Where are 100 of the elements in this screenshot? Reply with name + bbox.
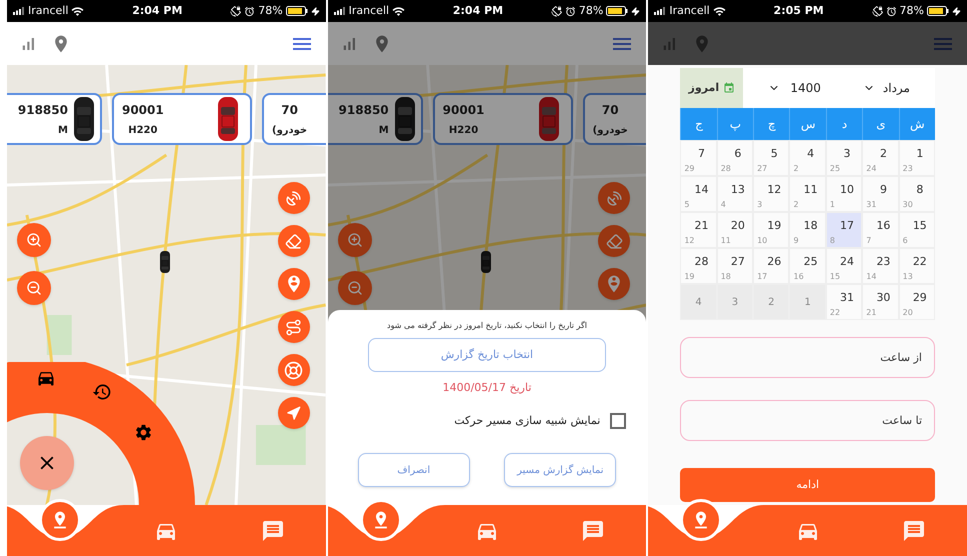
charging-icon (631, 6, 640, 16)
calendar-day[interactable]: 1 23 (898, 140, 935, 176)
settings-icon[interactable] (134, 423, 153, 442)
calendar-day[interactable]: 14 5 (680, 176, 717, 212)
calendar-day[interactable]: 17 8 (826, 212, 862, 248)
vehicle-model: (خودرو (272, 124, 308, 138)
vehicle-model: H220 (448, 124, 478, 138)
calendar-day[interactable]: 15 6 (898, 212, 935, 248)
calendar-day[interactable]: 7 29 (680, 140, 717, 176)
calendar-day[interactable]: 12 3 (753, 176, 790, 212)
vehicle-model: (خودرو (592, 124, 628, 138)
battery-percent: 78% (258, 2, 283, 19)
plate-number: 90001 (442, 102, 484, 118)
month-select[interactable]: مرداد (862, 79, 910, 97)
battery-icon (286, 6, 308, 16)
rotation-lock-icon (872, 6, 883, 16)
battery-percent: 78% (578, 2, 604, 19)
eraser-icon (606, 232, 623, 250)
message-icon (902, 518, 926, 542)
plate-number: 918850 (18, 102, 68, 118)
vehicle-model: M (378, 124, 389, 138)
selected-date: تاریخ 1400/05/17 (442, 380, 532, 396)
carrier-name: Irancell (669, 2, 710, 19)
vehicle-card[interactable]: 918850 M (328, 93, 423, 145)
plate-number: 918850 (338, 102, 389, 118)
satellite-dish-icon (285, 190, 302, 206)
time-input-field[interactable]: از ساعت (680, 337, 935, 378)
clock-time: 2:04 PM (452, 2, 504, 19)
battery-icon (606, 6, 628, 16)
message-icon (260, 518, 285, 542)
signal-icon (654, 7, 666, 15)
calendar-day[interactable]: 29 20 (898, 284, 935, 320)
message-icon (581, 518, 606, 542)
calendar-day[interactable]: 10 1 (826, 176, 862, 212)
calendar-day[interactable]: 26 17 (753, 248, 790, 284)
alarm-icon (886, 6, 897, 16)
wifi-icon (392, 4, 406, 18)
vehicle-card[interactable]: 90001 H220 (432, 93, 573, 145)
calendar-day[interactable]: 30 21 (862, 284, 899, 320)
vehicle-card[interactable]: 90001 H220 (112, 93, 252, 145)
navigation-icon (286, 406, 302, 420)
calendar-day[interactable]: 18 9 (789, 212, 826, 248)
calendar-day[interactable]: 19 10 (753, 212, 790, 248)
car-icon (216, 96, 240, 142)
car-icon (392, 96, 417, 142)
nav-tab[interactable] (581, 518, 606, 542)
calendar-day[interactable]: 13 4 (716, 176, 754, 212)
hint-text: اگر تاریخ را انتخاب نکنید، تاریخ امروز در نظر گرفته می شود (387, 320, 587, 332)
nav-tab[interactable] (902, 518, 926, 542)
calendar-day[interactable]: 25 16 (789, 248, 826, 284)
wifi-icon (71, 4, 84, 18)
vehicle-card[interactable]: 918850 M (6, 93, 102, 145)
plate-number: 90001 (122, 102, 164, 118)
alarm-icon (564, 6, 576, 16)
calendar-day[interactable]: 27 18 (716, 248, 754, 284)
car-icon (72, 96, 96, 142)
nav-tab[interactable] (260, 518, 285, 542)
calendar-day[interactable]: 8 30 (898, 176, 935, 212)
rotation-lock-icon (230, 6, 242, 16)
satellite-dish-icon (606, 190, 623, 206)
checkbox[interactable] (610, 412, 626, 429)
charging-icon (310, 6, 320, 16)
calendar-day[interactable]: 22 13 (898, 248, 935, 284)
time-input-field[interactable]: تا ساعت (680, 400, 935, 441)
alarm-icon (244, 6, 256, 16)
calendar-day[interactable]: 9 31 (862, 176, 899, 212)
calendar-day[interactable]: 20 11 (716, 212, 754, 248)
zoom-in-icon (346, 232, 363, 248)
calendar-day[interactable]: 4 2 (789, 140, 826, 176)
calendar-day[interactable]: 28 19 (680, 248, 717, 284)
calendar-day[interactable]: 23 14 (862, 248, 899, 284)
clock-time: 2:04 PM (132, 2, 182, 19)
rotation-lock-icon (550, 6, 562, 16)
vehicle-model: H220 (128, 124, 158, 138)
calendar-day[interactable]: 3 25 (826, 140, 862, 176)
history-icon[interactable] (92, 382, 112, 402)
calendar-day[interactable]: 6 28 (716, 140, 754, 176)
lifebuoy-icon (284, 360, 304, 380)
zoom-out-icon (346, 280, 363, 296)
calendar-icon (723, 82, 736, 94)
battery-icon (927, 6, 949, 16)
calendar-day[interactable]: 31 22 (826, 284, 862, 320)
car-icon (536, 96, 561, 142)
today-button[interactable]: امروز (680, 68, 744, 108)
plate-number: 70 (602, 102, 619, 118)
wifi-icon (712, 4, 726, 18)
calendar-day[interactable]: 11 2 (789, 176, 826, 212)
calendar-day[interactable]: 24 15 (826, 248, 862, 284)
year-select[interactable]: 1400 (768, 79, 821, 97)
charging-icon (952, 6, 961, 16)
zoom-in-icon (26, 232, 42, 248)
vehicle-model: M (58, 124, 68, 138)
calendar-day[interactable]: 5 27 (753, 140, 790, 176)
plate-number: 70 (281, 102, 298, 118)
clock-time: 2:05 PM (774, 2, 824, 19)
calendar-day[interactable]: 2 24 (862, 140, 899, 176)
calendar-day[interactable]: 16 7 (862, 212, 899, 248)
route-simulation-checkbox[interactable]: نمایش شبیه سازی مسیر حرکت (454, 412, 626, 429)
carrier-name: Irancell (348, 2, 390, 19)
calendar-day[interactable]: 21 12 (680, 212, 717, 248)
